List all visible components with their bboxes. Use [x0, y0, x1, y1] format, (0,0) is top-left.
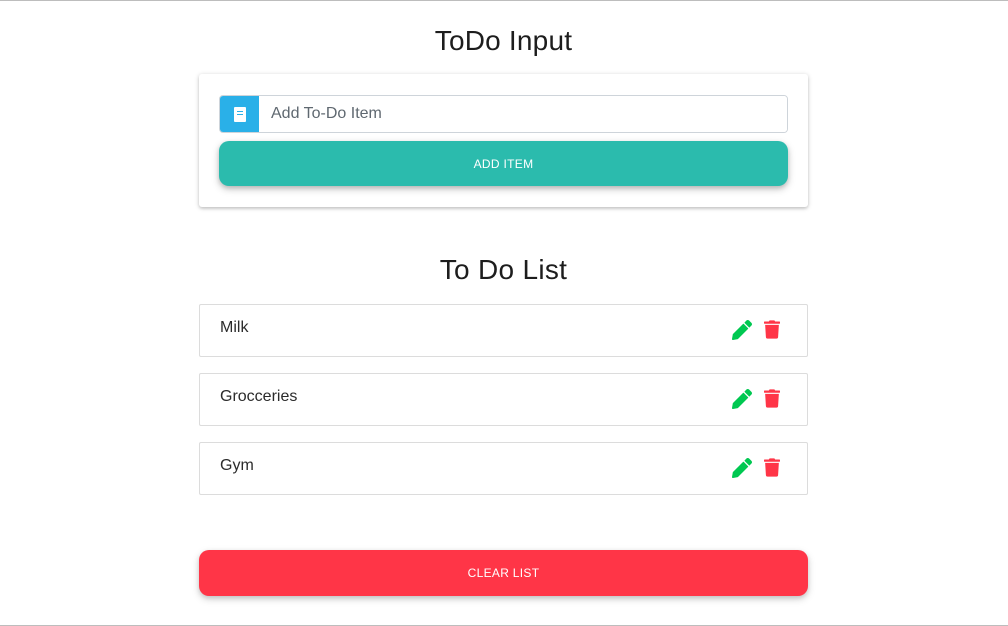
pencil-icon[interactable]: [732, 458, 752, 478]
input-prepend: [220, 96, 259, 132]
todo-item-text: Grocceries: [220, 388, 298, 405]
clear-list-button[interactable]: CLEAR LIST: [199, 550, 808, 596]
todo-list-item: Gym: [199, 442, 808, 495]
todo-input-title: ToDo Input: [434, 25, 573, 56]
trash-icon[interactable]: [764, 389, 780, 408]
todo-list-title: To Do List: [439, 254, 568, 285]
book-icon: [233, 106, 246, 122]
todo-list-item: Milk: [199, 304, 808, 357]
todo-input-card: ADD ITEM: [199, 74, 808, 207]
pencil-icon[interactable]: [732, 320, 752, 340]
trash-icon[interactable]: [764, 458, 780, 477]
pencil-icon[interactable]: [732, 389, 752, 409]
todo-item-text: Gym: [220, 457, 254, 474]
todo-list-item: Grocceries: [199, 373, 808, 426]
todo-item-input[interactable]: [259, 96, 787, 132]
trash-icon[interactable]: [764, 320, 780, 339]
todo-item-text: Milk: [220, 319, 249, 336]
todo-input-group: [219, 95, 788, 133]
add-item-button[interactable]: ADD ITEM: [219, 141, 788, 186]
todo-list: Milk Grocceries Gym: [199, 304, 808, 511]
